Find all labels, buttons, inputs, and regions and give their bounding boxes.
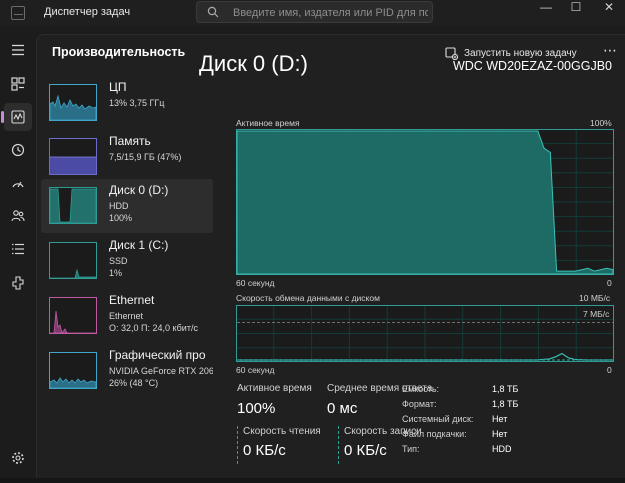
device-item-gpu[interactable]: Графический про NVIDIA GeForce RTX 206 2… — [41, 344, 213, 398]
active-time-graph-duration: 60 секунд — [236, 278, 275, 288]
services-icon — [12, 276, 24, 290]
device-name: ЦП — [109, 80, 127, 94]
info-type-key: Тип: — [402, 444, 420, 454]
more-options-button[interactable]: ⋯ — [603, 42, 618, 59]
device-name: Диск 1 (C:) — [109, 238, 169, 252]
device-usage: 100% — [109, 213, 133, 223]
maximize-button[interactable]: ☐ — [561, 0, 591, 20]
disk-title: Диск 0 (D:) — [199, 51, 308, 76]
active-time-graph-min: 0 — [607, 278, 612, 288]
nav-details[interactable] — [4, 235, 32, 263]
taskbar-edge — [0, 478, 625, 483]
device-detail: 7,5/15,9 ГБ (47%) — [109, 152, 182, 162]
active-time-stat-label: Активное время — [237, 383, 312, 394]
search-box[interactable] — [196, 1, 433, 23]
users-icon — [11, 210, 25, 222]
write-speed-value: 0 КБ/с — [344, 442, 387, 459]
nav-users[interactable] — [4, 202, 32, 230]
device-usage: 26% (48 °C) — [109, 378, 159, 388]
transfer-rate-graph-max: 10 МБ/с — [579, 293, 611, 303]
disk0-thumbnail — [49, 187, 97, 224]
read-speed-label: Скорость чтения — [243, 426, 321, 437]
processes-icon — [11, 77, 25, 91]
transfer-rate-graph-min: 0 — [607, 365, 612, 375]
device-name: Диск 0 (D:) — [109, 183, 169, 197]
read-speed-value: 0 КБ/с — [243, 442, 286, 459]
performance-icon — [11, 110, 25, 124]
device-item-disk1[interactable]: Диск 1 (C:) SSD 1% — [41, 234, 213, 288]
device-name: Память — [109, 134, 151, 148]
search-icon — [207, 6, 219, 18]
info-system-disk-key: Системный диск: — [402, 414, 474, 424]
settings-icon — [12, 452, 24, 464]
device-item-disk0[interactable]: Диск 0 (D:) HDD 100% — [41, 179, 213, 233]
hamburger-icon — [12, 44, 24, 56]
info-type-value: HDD — [492, 444, 512, 454]
device-item-cpu[interactable]: ЦП 13% 3,75 ГГц — [41, 76, 213, 130]
memory-thumbnail — [49, 138, 97, 175]
history-icon — [11, 143, 25, 157]
device-type: HDD — [109, 201, 129, 211]
device-item-ethernet[interactable]: Ethernet Ethernet О: 32,0 П: 24,0 кбит/с — [41, 289, 213, 343]
nav-services[interactable] — [4, 269, 32, 297]
active-time-graph — [236, 129, 614, 275]
avg-response-stat-value: 0 мс — [327, 400, 358, 417]
cpu-thumbnail — [49, 84, 97, 121]
active-time-graph-label: Активное время — [236, 118, 300, 128]
transfer-rate-line-label: 7 МБ/с — [581, 309, 612, 319]
device-throughput: О: 32,0 П: 24,0 кбит/с — [109, 323, 198, 333]
device-model: NVIDIA GeForce RTX 206 — [109, 366, 213, 376]
active-time-graph-max: 100% — [590, 118, 612, 128]
app-title: Диспетчер задач — [44, 6, 131, 18]
task-manager-logo-icon — [11, 6, 25, 20]
info-capacity-value: 1,8 ТБ — [492, 384, 519, 394]
gpu-thumbnail — [49, 352, 97, 389]
device-detail: 13% 3,75 ГГц — [109, 98, 165, 108]
navigation-rail — [0, 26, 36, 483]
minimize-button[interactable]: — — [531, 0, 561, 20]
info-format-key: Формат: — [402, 399, 437, 409]
device-adapter: Ethernet — [109, 311, 144, 321]
device-type: SSD — [109, 256, 128, 266]
device-item-memory[interactable]: Память 7,5/15,9 ГБ (47%) — [41, 130, 213, 184]
transfer-rate-graph-label: Скорость обмена данными с диском — [236, 293, 380, 303]
startup-icon — [12, 181, 24, 188]
disk1-thumbnail — [49, 242, 97, 279]
search-input[interactable] — [233, 5, 428, 20]
nav-startup-apps[interactable] — [4, 170, 32, 198]
nav-performance[interactable] — [1, 103, 32, 131]
info-system-disk-value: Нет — [492, 414, 508, 424]
nav-app-history[interactable] — [4, 136, 32, 164]
device-name: Графический про — [109, 348, 206, 362]
nav-processes[interactable] — [4, 70, 32, 98]
details-icon — [12, 243, 24, 255]
transfer-rate-graph — [236, 305, 614, 362]
device-usage: 1% — [109, 268, 123, 278]
read-speed-separator — [237, 426, 238, 464]
disk-model: WDC WD20EZAZ-00GGJB0 — [452, 59, 612, 73]
transfer-rate-graph-duration: 60 секунд — [236, 365, 275, 375]
info-page-file-value: Нет — [492, 429, 508, 439]
run-task-icon — [445, 46, 458, 60]
info-format-value: 1,8 ТБ — [492, 399, 519, 409]
title-bar: Диспетчер задач — ☐ ✕ — [0, 0, 625, 26]
page-title: Производительность — [52, 45, 186, 59]
active-time-stat-value: 100% — [237, 400, 276, 417]
write-speed-separator — [338, 426, 339, 464]
info-capacity-key: Емкость: — [402, 384, 440, 394]
close-button[interactable]: ✕ — [594, 0, 624, 20]
ethernet-thumbnail — [49, 297, 97, 334]
nav-settings[interactable] — [4, 444, 32, 472]
run-new-task-label: Запустить новую задачу — [464, 47, 577, 59]
device-name: Ethernet — [109, 293, 155, 307]
hamburger-menu-button[interactable] — [4, 36, 32, 64]
info-page-file-key: Файл подкачки: — [402, 429, 467, 439]
